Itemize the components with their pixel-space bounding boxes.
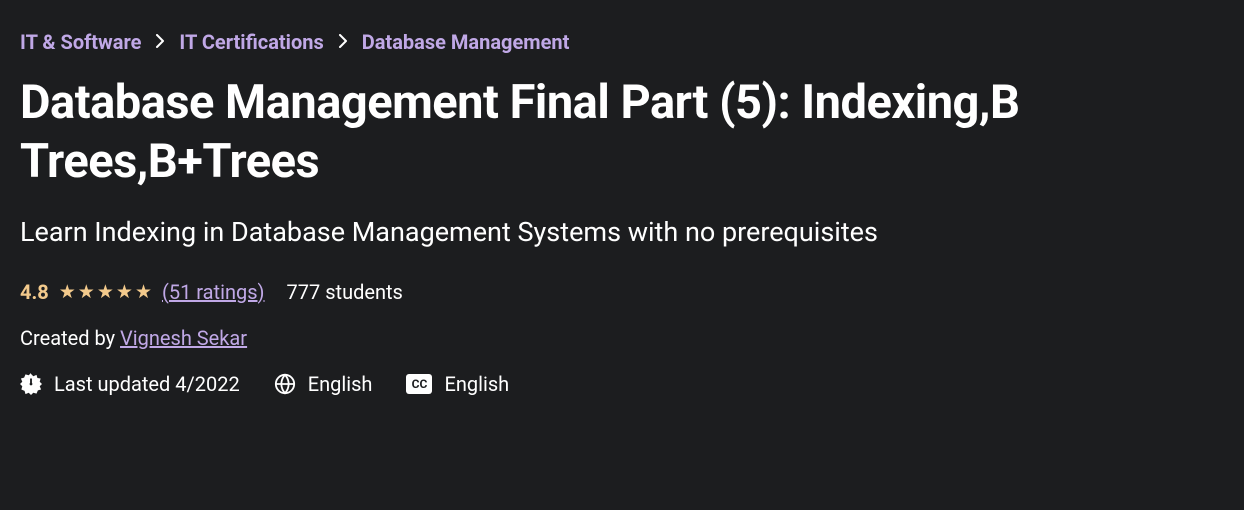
star-rating: ★ ★ ★ ★ ★	[59, 280, 152, 303]
captions-info: CC English	[406, 372, 509, 396]
breadcrumb-link-2[interactable]: IT Certifications	[179, 30, 323, 54]
captions-text: English	[444, 372, 509, 396]
creator-label: Created by	[20, 326, 120, 350]
creator-link[interactable]: Vignesh Sekar	[120, 326, 247, 350]
breadcrumb-link-3[interactable]: Database Management	[362, 30, 570, 54]
course-subtitle: Learn Indexing in Database Management Sy…	[20, 216, 1224, 248]
info-row: Last updated 4/2022 English CC English	[20, 372, 1224, 396]
rating-value: 4.8	[20, 280, 49, 304]
breadcrumb: IT & Software IT Certifications Database…	[20, 30, 1224, 54]
ratings-link[interactable]: (51 ratings)	[162, 280, 265, 304]
star-icon: ★	[59, 280, 76, 303]
closed-captions-icon: CC	[406, 374, 432, 394]
breadcrumb-link-1[interactable]: IT & Software	[20, 30, 141, 54]
students-count: 777 students	[287, 280, 403, 304]
last-updated: Last updated 4/2022	[20, 372, 240, 396]
creator-row: Created by Vignesh Sekar	[20, 326, 1224, 350]
course-title: Database Management Final Part (5): Inde…	[20, 74, 1224, 192]
globe-icon	[274, 373, 296, 395]
language-info: English	[274, 372, 373, 396]
rating-row: 4.8 ★ ★ ★ ★ ★ (51 ratings) 777 students	[20, 280, 1224, 304]
last-updated-text: Last updated 4/2022	[54, 372, 240, 396]
star-icon: ★	[97, 280, 114, 303]
star-icon: ★	[78, 280, 95, 303]
chevron-right-icon	[155, 33, 165, 52]
star-icon: ★	[135, 280, 152, 303]
new-badge-icon	[20, 373, 42, 395]
language-text: English	[308, 372, 373, 396]
chevron-right-icon	[338, 33, 348, 52]
star-icon: ★	[116, 280, 133, 303]
